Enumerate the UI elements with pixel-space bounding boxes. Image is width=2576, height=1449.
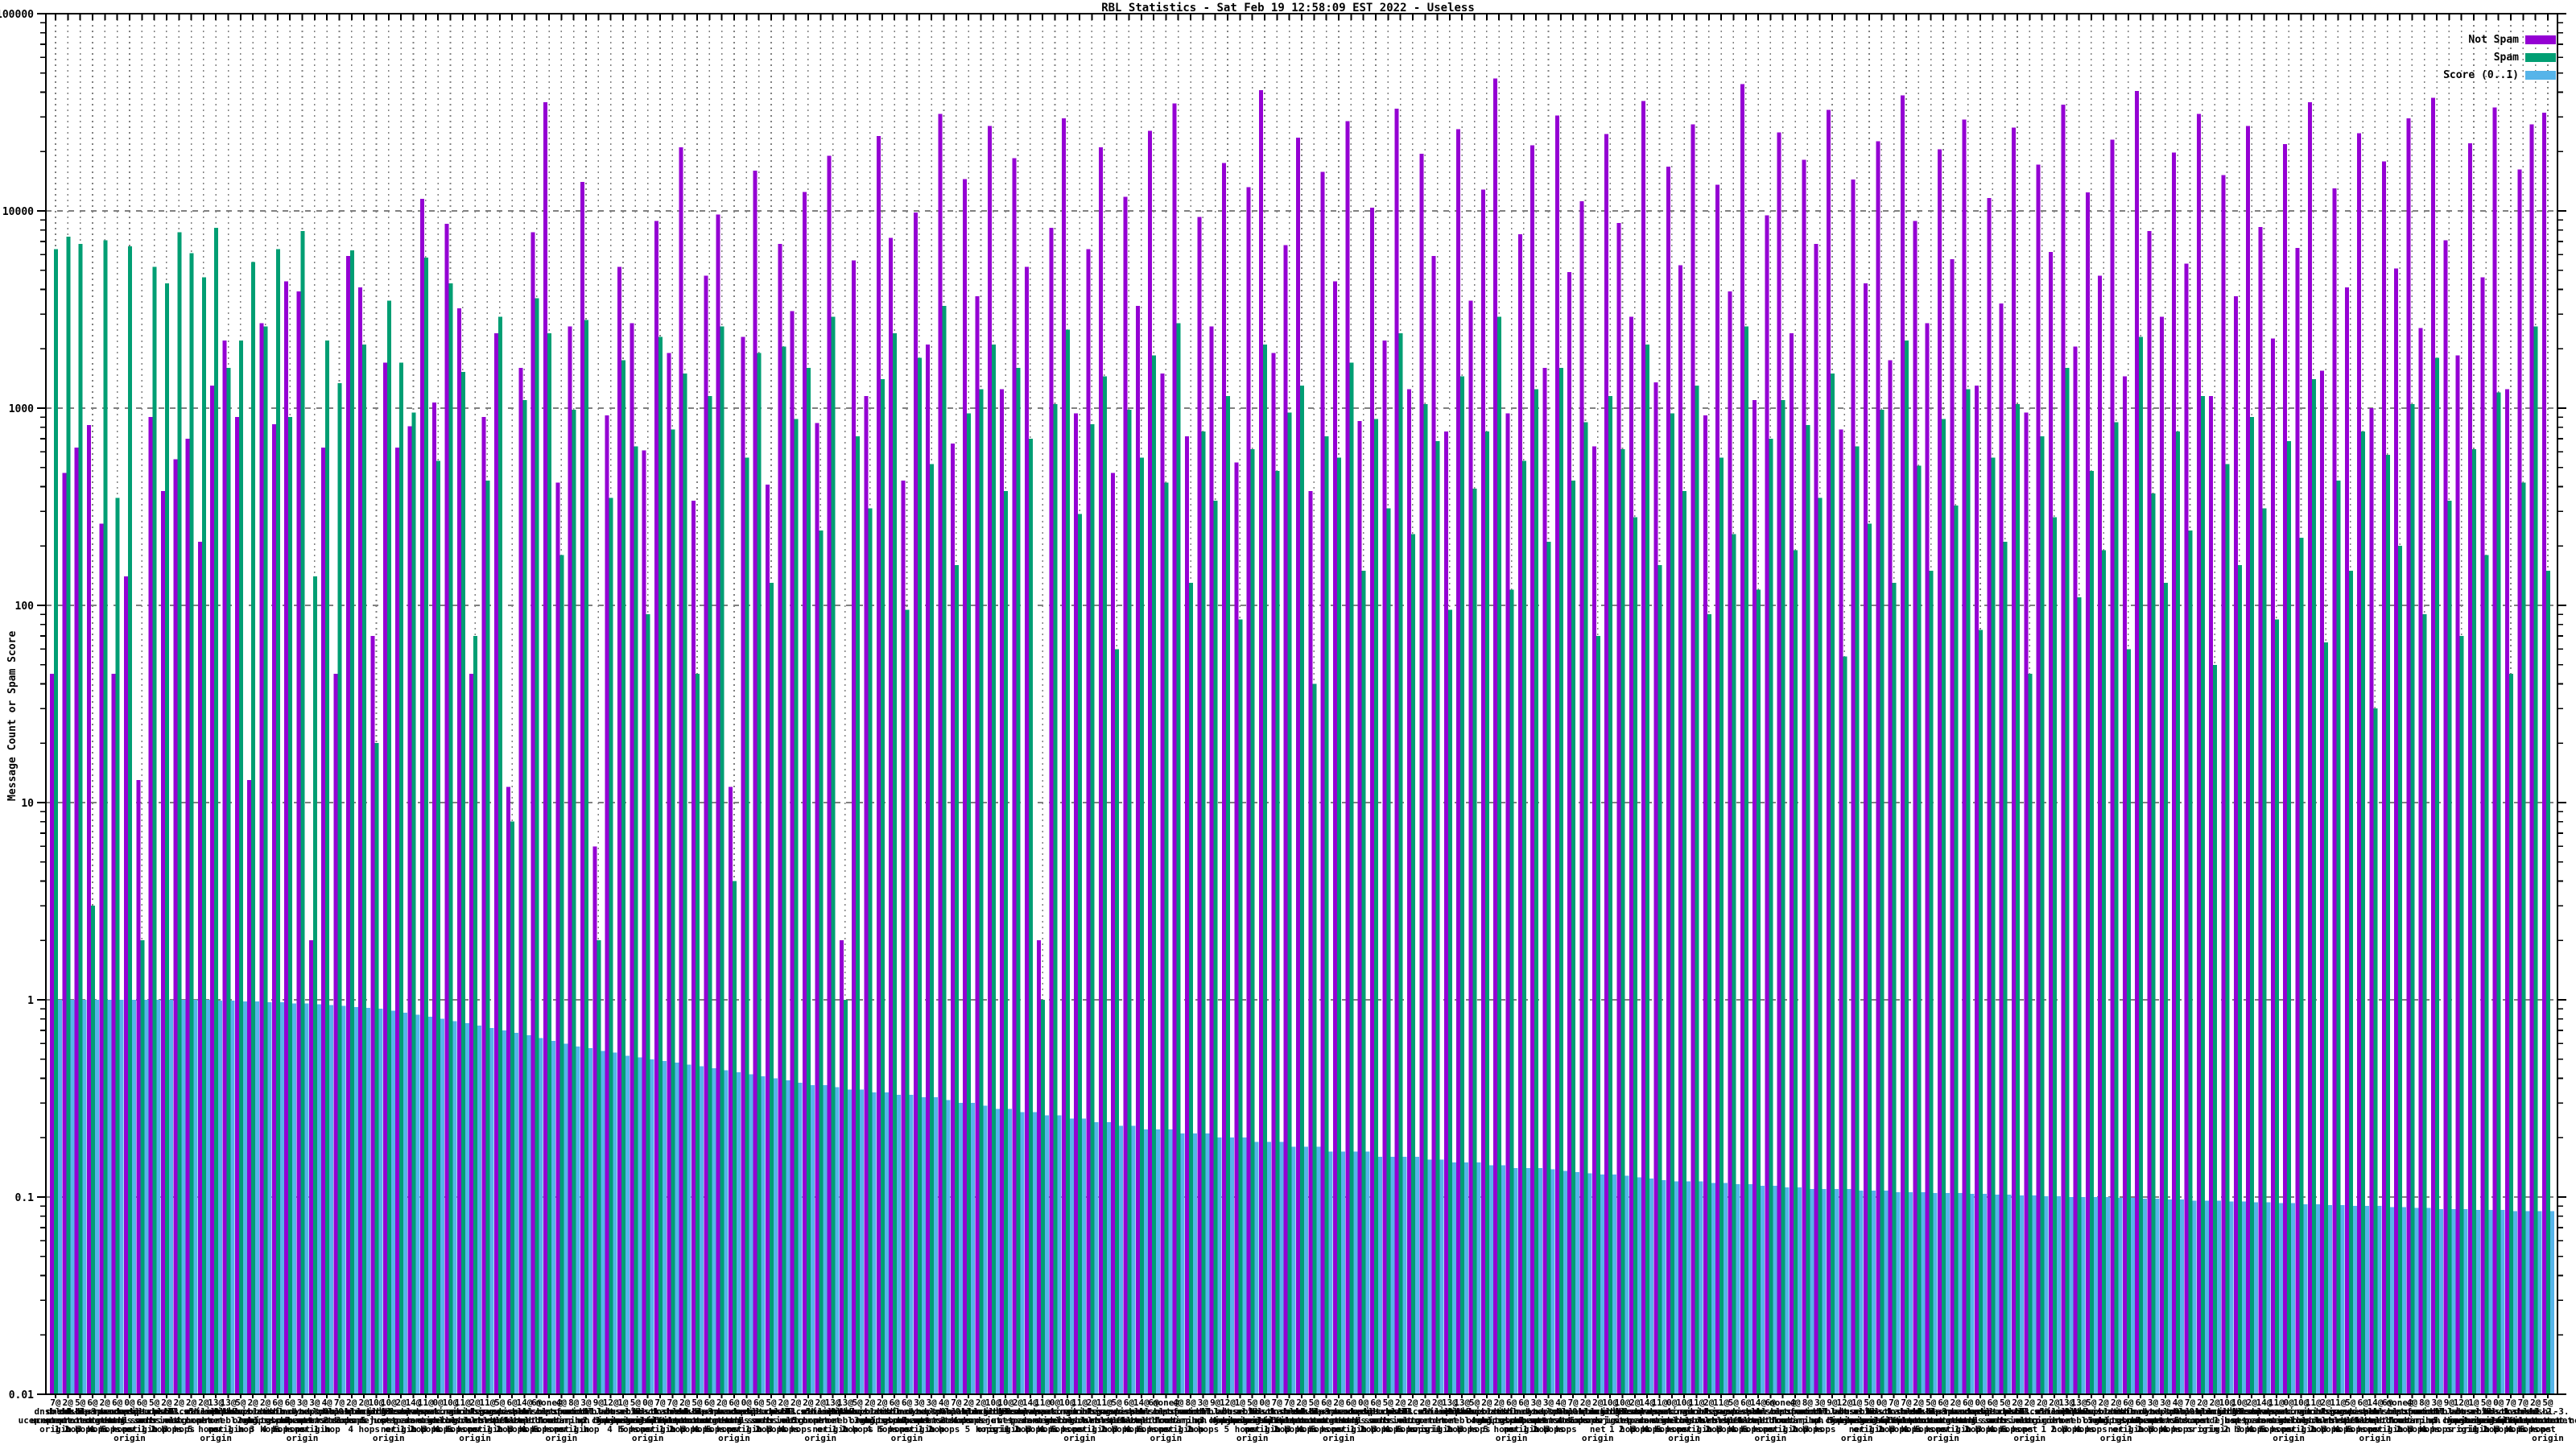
spam-swatch-icon [2525,53,2556,62]
svg-text:100: 100 [15,601,35,613]
legend-label-spam: Spam [2493,52,2519,64]
x-axis-labels: 7@dnsbl-1.uceprotect.netorigin2@dnsbl-2.… [19,1397,2576,1443]
svg-text:10000: 10000 [2,206,34,218]
legend-label-score: Score (0..1) [2443,69,2519,81]
bar-chart-plot: 100000 10000 1000 100 10 1 0.1 0.017@dnsbl-1.uc… [0,9,2576,1443]
legend-row-score: Score (0..1) [2443,69,2556,81]
svg-text:origin: origin [2532,1433,2564,1443]
not-spam-swatch-icon [2525,35,2556,44]
svg-text:1: 1 [27,995,34,1007]
svg-text:0.1: 0.1 [15,1192,35,1204]
svg-text:100000: 100000 [0,9,34,21]
rbl-statistics-chart: RBL Statistics - Sat Feb 19 12:58:09 EST… [0,0,2576,1449]
score-swatch-icon [2525,71,2556,80]
svg-text:10: 10 [21,798,34,810]
legend-row-spam: Spam [2443,52,2556,64]
legend-row-not-spam: Not Spam [2443,34,2556,46]
svg-text:0.01: 0.01 [9,1389,34,1402]
legend-label-not-spam: Not Spam [2468,34,2519,46]
svg-text:1000: 1000 [9,403,34,415]
legend: Not Spam Spam Score (0..1) [2443,34,2556,89]
